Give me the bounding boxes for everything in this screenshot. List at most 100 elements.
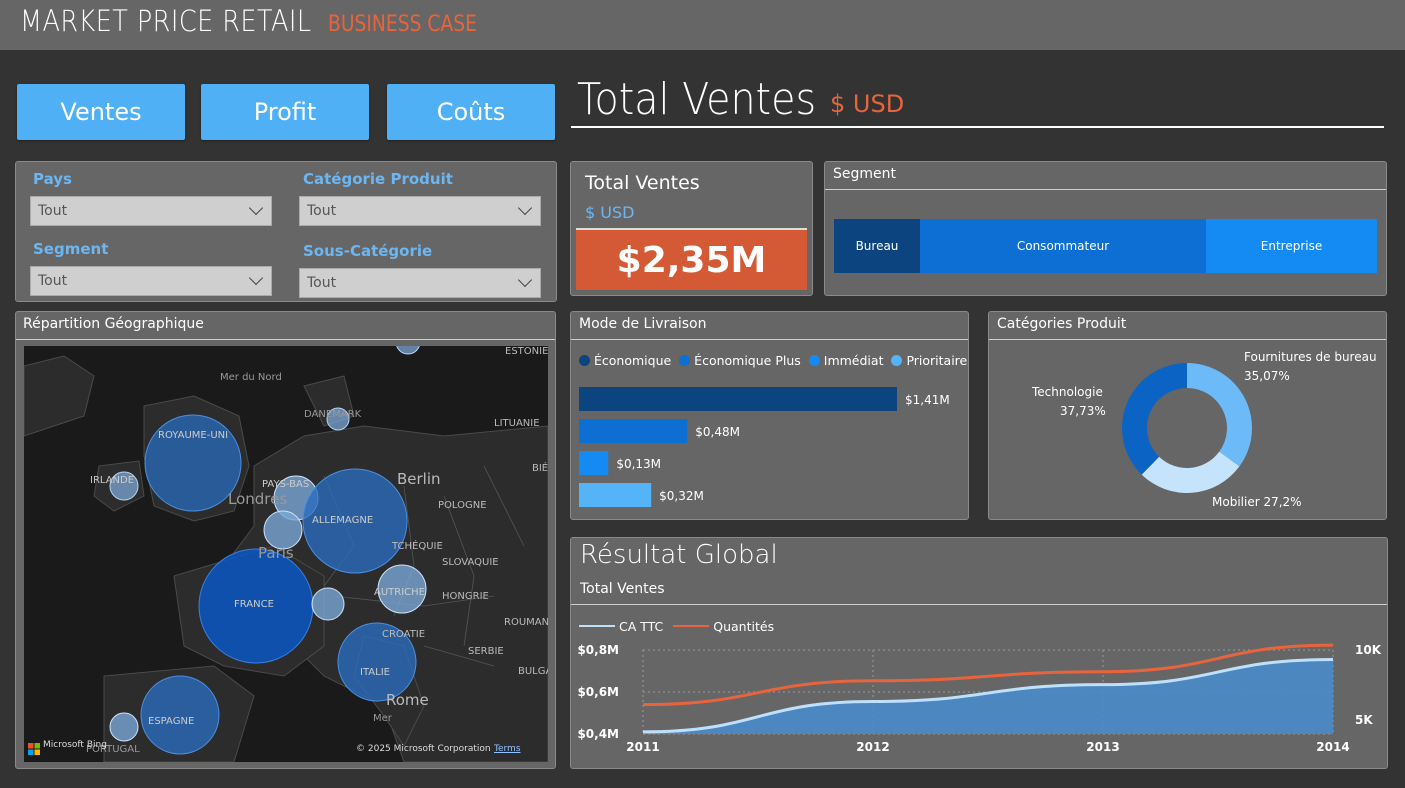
categories-donut-chart: [1122, 363, 1252, 493]
global-title: Résultat Global: [580, 540, 778, 570]
categories-panel: Catégories Produit Fournitures de bureau…: [988, 311, 1387, 520]
bubble-espagne: [140, 675, 220, 755]
segment-rule: [825, 189, 1386, 190]
legend-line-icon: [673, 625, 710, 627]
filter-segment-label: Segment: [33, 240, 109, 258]
bing-attribution: Microsoft Bing: [43, 740, 107, 750]
filter-sous-categorie-label: Sous-Catégorie: [303, 242, 433, 260]
shipping-bar-label: $0,48M: [695, 425, 740, 439]
map-copyright: © 2025 Microsoft Corporation: [356, 744, 491, 754]
shipping-title: Mode de Livraison: [579, 316, 707, 332]
filters-panel: Pays Tout Catégorie Produit Tout Segment…: [15, 161, 557, 302]
map-label-croatie: CROATIE: [382, 629, 426, 640]
legend-quantites[interactable]: Quantités: [673, 619, 774, 634]
y-left-tick: $0,8M: [577, 643, 619, 657]
microsoft-logo-icon: [28, 740, 40, 755]
legend-prioritaire[interactable]: Prioritaire: [891, 353, 967, 368]
map-label-estonie: ESTONIE: [505, 346, 548, 357]
segment-title: Segment: [833, 166, 896, 182]
label-technologie-pct: 37,73%: [1060, 404, 1106, 418]
shipping-bar-chart: $1,41M $0,48M $0,13M $0,32M: [579, 387, 950, 507]
title-underline: [571, 126, 1384, 128]
label-technologie: Technologie: [1032, 385, 1103, 399]
chevron-down-icon: [517, 200, 533, 216]
shipping-bar[interactable]: [579, 483, 652, 507]
x-tick: 2012: [856, 740, 889, 754]
shipping-rule: [571, 339, 968, 340]
shipping-bar-label: $0,32M: [659, 489, 704, 503]
legend-label: Économique: [594, 353, 672, 368]
shipping-bar[interactable]: [579, 451, 609, 475]
ventes-button[interactable]: Ventes: [17, 84, 185, 140]
filter-pays-select[interactable]: Tout: [30, 196, 272, 226]
x-tick: 2014: [1316, 740, 1349, 754]
donut-slice[interactable]: [1122, 363, 1187, 475]
couts-button[interactable]: Coûts: [387, 84, 555, 140]
x-tick: 2011: [626, 740, 659, 754]
filter-categorie-select[interactable]: Tout: [299, 196, 541, 226]
legend-dot-icon: [679, 355, 691, 366]
map-label-italie: ITALIE: [360, 667, 390, 678]
map-label-rome: Rome: [386, 691, 429, 709]
donut-slice[interactable]: [1187, 363, 1252, 467]
legend-label: Prioritaire: [906, 353, 968, 368]
map-terms-link[interactable]: Terms: [494, 744, 521, 754]
segment-consommateur[interactable]: Consommateur: [920, 219, 1206, 273]
map-label-mer: Mer: [373, 713, 392, 724]
profit-button[interactable]: Profit: [201, 84, 369, 140]
map-label-pologne: POLOGNE: [438, 500, 487, 511]
filter-segment-select[interactable]: Tout: [30, 266, 272, 296]
legend-ca-ttc[interactable]: CA TTC: [579, 619, 663, 634]
land-scotland: [24, 355, 95, 437]
legend-label: Quantités: [713, 619, 775, 634]
y-left-tick: $0,6M: [577, 685, 619, 699]
legend-economique[interactable]: Économique: [579, 353, 671, 368]
app-title: MARKET PRICE RETAIL: [20, 4, 312, 38]
map-rule: [16, 339, 555, 340]
map-canvas[interactable]: Mer du Nord DANEMARK ESTONIE LITUANIE RO…: [24, 346, 548, 762]
legend-dot-icon: [891, 355, 903, 366]
bubble-portugal: [109, 712, 139, 742]
chevron-down-icon: [248, 200, 264, 216]
global-rule: [571, 604, 1387, 605]
map-label-bulgarie: BULGA: [518, 666, 548, 677]
map-label-slovaquie: SLOVAQUIE: [442, 557, 499, 568]
filter-categorie-value: Tout: [307, 203, 337, 219]
map-label-londres: Londres: [228, 490, 288, 508]
filter-categorie-label: Catégorie Produit: [303, 170, 453, 188]
filter-sous-categorie-select[interactable]: Tout: [299, 268, 541, 298]
legend-dot-icon: [808, 355, 820, 366]
map-label-bi: BIÉ: [532, 463, 548, 474]
map-label-tchequie: TCHÉQUIE: [392, 541, 443, 552]
x-tick: 2013: [1086, 740, 1119, 754]
segment-bureau[interactable]: Bureau: [834, 219, 920, 273]
legend-dot-icon: [579, 355, 590, 366]
global-legend: CA TTC Quantités: [579, 619, 774, 634]
map-label-lituanie: LITUANIE: [494, 418, 540, 429]
app-subtitle: BUSINESS CASE: [328, 12, 477, 37]
map-label-france: FRANCE: [234, 599, 274, 610]
legend-immediat[interactable]: Immédiat: [808, 353, 883, 368]
segment-card: Segment Bureau Consommateur Entreprise: [824, 161, 1387, 296]
map-label-danemark: DANEMARK: [304, 409, 362, 420]
kpi-unit: $ USD: [585, 203, 635, 222]
shipping-legend: Économique Économique Plus Immédiat Prio…: [579, 353, 967, 368]
page-unit: $ USD: [830, 90, 905, 118]
segment-entreprise[interactable]: Entreprise: [1206, 219, 1377, 273]
label-fournitures: Fournitures de bureau: [1244, 350, 1377, 364]
y-right-tick: 5K: [1355, 713, 1373, 727]
shipping-bar[interactable]: [579, 419, 688, 443]
map-label-roumanie: ROUMAN: [504, 617, 548, 628]
label-fournitures-pct: 35,07%: [1244, 369, 1290, 383]
chevron-down-icon: [517, 272, 533, 288]
legend-economique-plus[interactable]: Économique Plus: [679, 353, 801, 368]
legend-line-icon: [579, 625, 615, 627]
categories-rule: [989, 339, 1386, 340]
bubble-suisse: [311, 587, 345, 621]
shipping-panel: Mode de Livraison Économique Économique …: [570, 311, 969, 520]
categories-title: Catégories Produit: [997, 316, 1127, 332]
shipping-bar[interactable]: [579, 387, 897, 411]
map-panel: Répartition Géographique Mer du Nord DAN…: [15, 311, 556, 769]
map-label-espagne: ESPAGNE: [148, 716, 195, 727]
y-right-tick: 10K: [1355, 643, 1382, 657]
